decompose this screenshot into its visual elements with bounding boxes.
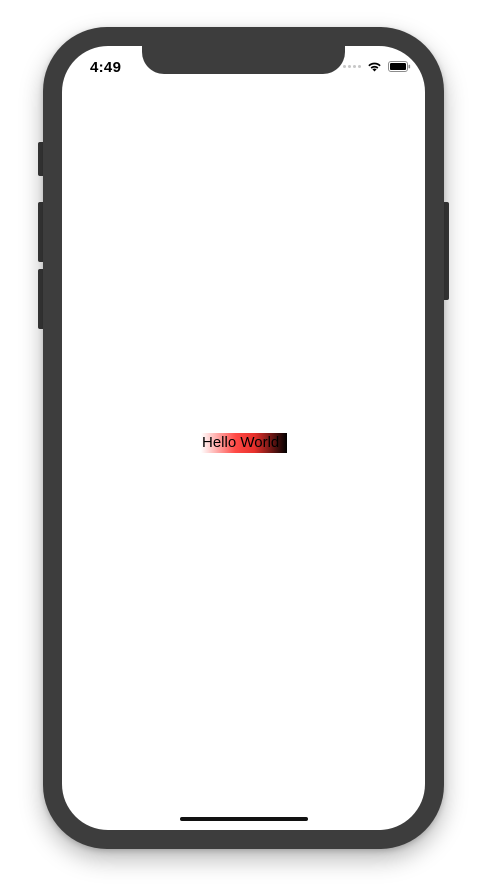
status-icons xyxy=(343,61,411,72)
wifi-icon xyxy=(367,61,382,72)
hello-world-label: Hello World xyxy=(201,433,287,453)
notch xyxy=(142,46,345,74)
home-indicator[interactable] xyxy=(180,817,308,821)
battery-icon xyxy=(388,61,411,72)
status-time: 4:49 xyxy=(90,59,122,76)
simulator-canvas: 4:49 Hello World xyxy=(0,0,487,892)
app-screen: 4:49 Hello World xyxy=(62,46,425,830)
signal-dots-icon xyxy=(343,65,361,68)
hello-world-text: Hello World xyxy=(202,434,280,451)
